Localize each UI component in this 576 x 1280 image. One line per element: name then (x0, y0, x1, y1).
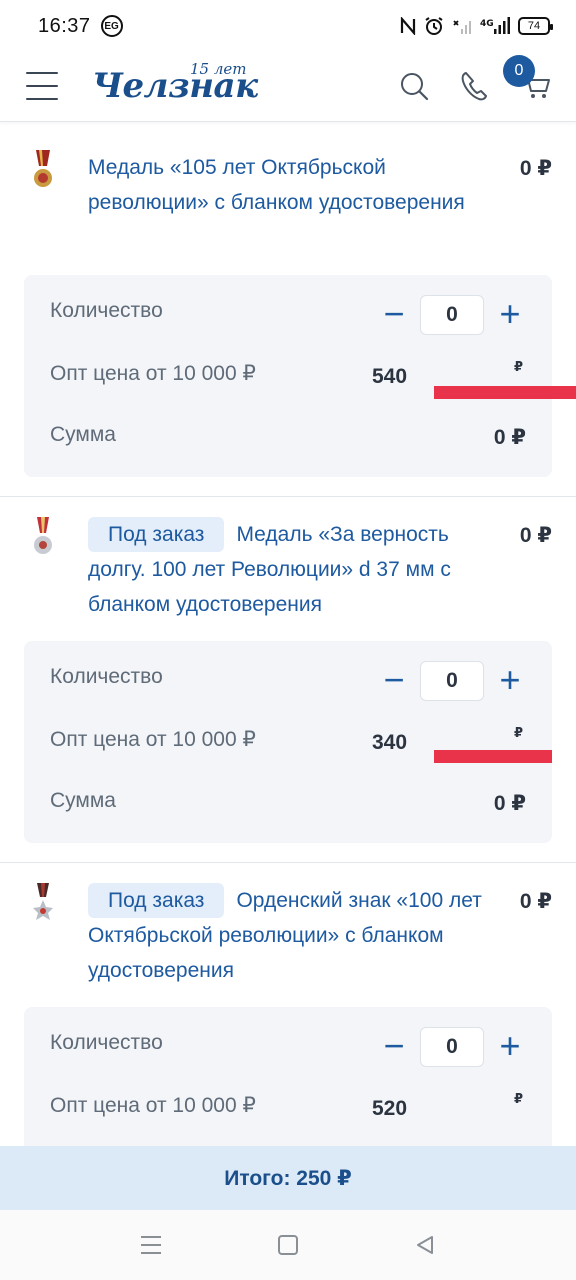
preorder-badge: Под заказ (88, 883, 225, 918)
wholesale-price-value: 540 (372, 365, 408, 388)
wholesale-price-value: 520 (372, 1097, 408, 1120)
increment-button[interactable]: + (492, 296, 528, 333)
sum-label: Сумма (50, 789, 116, 812)
menu-button[interactable] (26, 72, 58, 100)
order-total-bar[interactable]: Итого: 250 ₽ (0, 1146, 576, 1210)
order-total: Итого: 250 ₽ (224, 1166, 352, 1190)
quantity-input[interactable]: 0 (420, 1027, 484, 1067)
wholesale-price-value: 340 (372, 731, 408, 754)
logo-anniversary: 15 лет (190, 60, 247, 78)
quantity-stepper: − 0 + (376, 661, 528, 701)
phone-button[interactable] (454, 66, 494, 106)
status-time: 16:37 (38, 14, 91, 37)
quantity-label: Количество (50, 665, 163, 688)
recent-apps-button[interactable] (138, 1232, 164, 1258)
quantity-label: Количество (50, 299, 163, 322)
wholesale-price-strike (434, 750, 552, 763)
increment-button[interactable]: + (492, 662, 528, 699)
wholesale-price-label: Опт цена от 10 000 ₽ (50, 1094, 256, 1117)
wholesale-price-currency: ₽ (514, 1091, 524, 1106)
signal-4g-icon: 4G (480, 17, 510, 35)
decrement-button[interactable]: − (376, 662, 412, 699)
sum-value: 0 ₽ (493, 792, 526, 815)
status-icons: 4G 74 (400, 16, 553, 36)
search-button[interactable] (394, 66, 434, 106)
wholesale-price-currency: ₽ (514, 725, 524, 740)
back-button[interactable] (412, 1232, 438, 1258)
medal-thumbnail-icon[interactable] (30, 883, 56, 923)
preorder-badge: Под заказ (88, 517, 225, 552)
wholesale-price-strike (434, 386, 576, 399)
menu-icon-line (26, 85, 58, 87)
product-order-card: Количество − 0 + Опт цена от 10 000 ₽ 34… (24, 641, 552, 843)
brand-logo[interactable]: Челзнак 15 лет (92, 58, 258, 114)
product-price: 0 ₽ (519, 890, 552, 913)
quantity-stepper: − 0 + (376, 1027, 528, 1067)
increment-button[interactable]: + (492, 1028, 528, 1065)
product-title[interactable]: Под заказ Орденский знак «100 лет Октябрь… (88, 883, 508, 988)
sum-value: 0 ₽ (493, 426, 526, 449)
decrement-button[interactable]: − (376, 1028, 412, 1065)
search-icon (401, 73, 429, 101)
phone-icon (461, 72, 487, 101)
divider (0, 496, 576, 497)
alarm-icon (424, 16, 444, 36)
medal-thumbnail-icon[interactable] (30, 150, 56, 190)
system-nav-bar (0, 1210, 576, 1280)
status-bar: 16:37 EG 4G 74 (0, 0, 576, 52)
menu-icon-line (26, 98, 58, 100)
quantity-stepper: − 0 + (376, 295, 528, 335)
quantity-label: Количество (50, 1031, 163, 1054)
product-price: 0 ₽ (519, 524, 552, 547)
signal-weak-icon (452, 17, 472, 35)
back-triangle-icon (417, 1236, 433, 1254)
divider (0, 862, 576, 863)
home-square-icon (278, 1235, 298, 1255)
cart-count-badge[interactable]: 0 (503, 55, 535, 87)
product-order-card: Количество − 0 + Опт цена от 10 000 ₽ 54… (24, 275, 576, 477)
carrier-badge: EG (100, 15, 123, 37)
quantity-input[interactable]: 0 (420, 295, 484, 335)
decrement-button[interactable]: − (376, 296, 412, 333)
nfc-icon (400, 17, 416, 35)
wholesale-price-label: Опт цена от 10 000 ₽ (50, 728, 256, 751)
medal-thumbnail-icon[interactable] (30, 517, 56, 557)
product-title[interactable]: Под заказ Медаль «За верность долгу. 100 … (88, 517, 508, 622)
home-button[interactable] (275, 1232, 301, 1258)
product-price: 0 ₽ (519, 157, 552, 180)
app-header: Челзнак 15 лет (0, 52, 576, 122)
battery-icon: 74 (518, 17, 553, 35)
product-title[interactable]: Медаль «105 лет Октябрьской революции» с… (88, 150, 508, 220)
quantity-input[interactable]: 0 (420, 661, 484, 701)
wholesale-price-label: Опт цена от 10 000 ₽ (50, 362, 256, 385)
svg-text:4G: 4G (480, 19, 494, 29)
sum-label: Сумма (50, 423, 116, 446)
menu-lines-icon (141, 1236, 161, 1254)
menu-icon-line (26, 72, 58, 74)
wholesale-price-currency: ₽ (514, 359, 524, 374)
